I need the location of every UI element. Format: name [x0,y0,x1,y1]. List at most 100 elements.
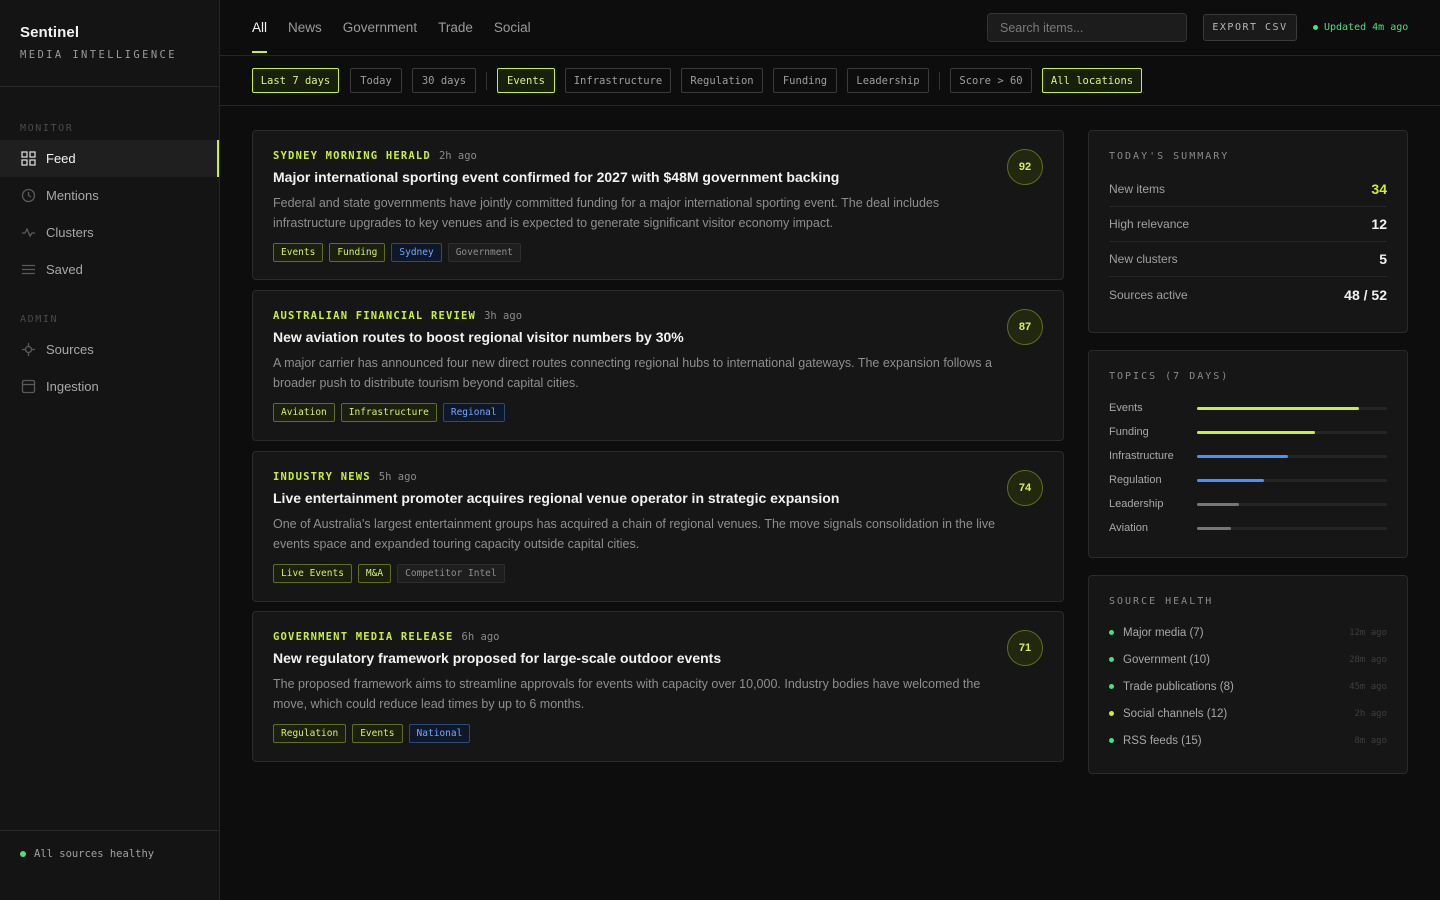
source-health-row[interactable]: Trade publications (8) 45m ago [1109,673,1387,700]
topic-label: Funding [1109,426,1149,438]
relevance-score-badge: 71 [1007,630,1043,666]
feed-card[interactable]: GOVERNMENT MEDIA RELEASE 6h ago New regu… [252,611,1064,762]
topic-label: Aviation [1109,522,1148,534]
card-time: 6h ago [461,631,500,643]
tag[interactable]: Events [352,724,403,743]
filter-leadership[interactable]: Leadership [847,68,929,93]
topic-row[interactable]: Funding [1109,420,1387,444]
topic-row[interactable]: Leadership [1109,492,1387,516]
nav-section-admin: ADMIN [20,314,59,325]
tag[interactable]: Competitor Intel [397,564,505,583]
filter-funding[interactable]: Funding [773,68,837,93]
sidebar-item-label: Feed [46,151,76,166]
tag[interactable]: Regional [442,403,505,422]
source-health-row[interactable]: Social channels (12) 2h ago [1109,700,1387,727]
tag[interactable]: Events [273,243,324,262]
tab-trade[interactable]: Trade [438,0,473,55]
search-input[interactable] [987,13,1187,42]
last-sync-time: 45m ago [1349,681,1387,692]
category-tabs: All News Government Trade Social [252,0,552,55]
summary-row: New items 34 [1109,172,1387,207]
tag[interactable]: Government [447,243,521,262]
sidebar-item-ingestion[interactable]: Ingestion [0,368,219,405]
status-dot [1109,684,1114,689]
status-dot [1109,657,1114,662]
sidebar-item-label: Clusters [46,225,94,240]
sidebar-item-feed[interactable]: Feed [0,140,219,177]
card-title[interactable]: New regulatory framework proposed for la… [273,650,721,666]
card-summary: A major carrier has announced four new d… [273,356,992,390]
card-time: 3h ago [484,310,523,322]
topic-row[interactable]: Infrastructure [1109,444,1387,468]
summary-label: New clusters [1109,252,1178,266]
card-title[interactable]: Live entertainment promoter acquires reg… [273,490,839,506]
tag[interactable]: Regulation [273,724,347,743]
topic-bar-track [1197,526,1387,530]
card-source[interactable]: AUSTRALIAN FINANCIAL REVIEW [273,310,476,322]
card-title[interactable]: Major international sporting event confi… [273,169,839,185]
status-dot [1109,738,1114,743]
tag[interactable]: Infrastructure [340,403,437,422]
card-meta: AUSTRALIAN FINANCIAL REVIEW 3h ago [273,310,522,322]
card-source[interactable]: SYDNEY MORNING HERALD [273,150,431,162]
source-health-row[interactable]: Government (10) 28m ago [1109,646,1387,673]
summary-list: New items 34 High relevance 12 New clust… [1109,172,1387,312]
relevance-score-badge: 92 [1007,149,1043,185]
filter-infrastructure[interactable]: Infrastructure [565,68,671,93]
card-summary: Federal and state governments have joint… [273,196,940,230]
topic-row[interactable]: Regulation [1109,468,1387,492]
todays-summary-panel: TODAY'S SUMMARY New items 34 High releva… [1088,130,1408,333]
filter-score[interactable]: Score > 60 [950,68,1032,93]
topic-bar-track [1197,454,1387,458]
status-dot [1109,711,1114,716]
topic-bar-track [1197,478,1387,482]
source-health-row[interactable]: Major media (7) 12m ago [1109,619,1387,646]
sidebar-item-sources[interactable]: Sources [0,331,219,368]
tag[interactable]: Aviation [273,403,335,422]
sidebar-item-saved[interactable]: Saved [0,251,219,288]
list-icon [20,262,36,278]
tab-social[interactable]: Social [494,0,531,55]
source-health-row[interactable]: RSS feeds (15) 8m ago [1109,727,1387,754]
card-tags: Regulation Events National [273,724,476,743]
feed-card[interactable]: AUSTRALIAN FINANCIAL REVIEW 3h ago New a… [252,290,1064,441]
feed-card[interactable]: SYDNEY MORNING HERALD 2h ago Major inter… [252,130,1064,280]
tag[interactable]: Live Events [273,564,352,583]
sidebar-item-clusters[interactable]: Clusters [0,214,219,251]
sidebar-item-label: Mentions [46,188,99,203]
card-title[interactable]: New aviation routes to boost regional vi… [273,329,684,345]
sidebar-item-mentions[interactable]: Mentions [0,177,219,214]
tag[interactable]: M&A [357,564,392,583]
relevance-score-badge: 74 [1007,470,1043,506]
topic-bar-fill [1197,406,1359,410]
tag[interactable]: Sydney [391,243,442,262]
export-csv-button[interactable]: EXPORT CSV [1203,14,1297,41]
filter-events[interactable]: Events [497,68,555,93]
tab-news[interactable]: News [288,0,322,55]
source-health-panel: SOURCE HEALTH Major media (7) 12m ago Gove… [1088,575,1408,774]
tab-government[interactable]: Government [343,0,417,55]
summary-row: New clusters 5 [1109,242,1387,277]
live-dot [1313,25,1318,30]
last-sync-time: 2h ago [1354,708,1387,719]
topic-label: Events [1109,402,1143,414]
topic-bar-track [1197,430,1387,434]
sidebar-item-label: Ingestion [46,379,99,394]
filter-30-days[interactable]: 30 days [412,68,476,93]
filter-today[interactable]: Today [350,68,402,93]
tag[interactable]: Funding [329,243,386,262]
card-source[interactable]: GOVERNMENT MEDIA RELEASE [273,631,454,643]
source-group-name: RSS feeds (15) [1123,734,1202,747]
updated-text: Updated 4m ago [1324,22,1409,33]
feed-card[interactable]: INDUSTRY NEWS 5h ago Live entertainment … [252,451,1064,602]
summary-value: 12 [1371,216,1387,232]
source-health-list: Major media (7) 12m ago Government (10) 28m… [1109,619,1387,754]
tab-all[interactable]: All [252,0,268,55]
topic-row[interactable]: Events [1109,396,1387,420]
topic-row[interactable]: Aviation [1109,516,1387,540]
filter-regulation[interactable]: Regulation [681,68,763,93]
filter-all-locations[interactable]: All locations [1042,68,1142,93]
tag[interactable]: National [408,724,471,743]
filter-last-7-days[interactable]: Last 7 days [252,68,339,93]
card-source[interactable]: INDUSTRY NEWS [273,471,371,483]
